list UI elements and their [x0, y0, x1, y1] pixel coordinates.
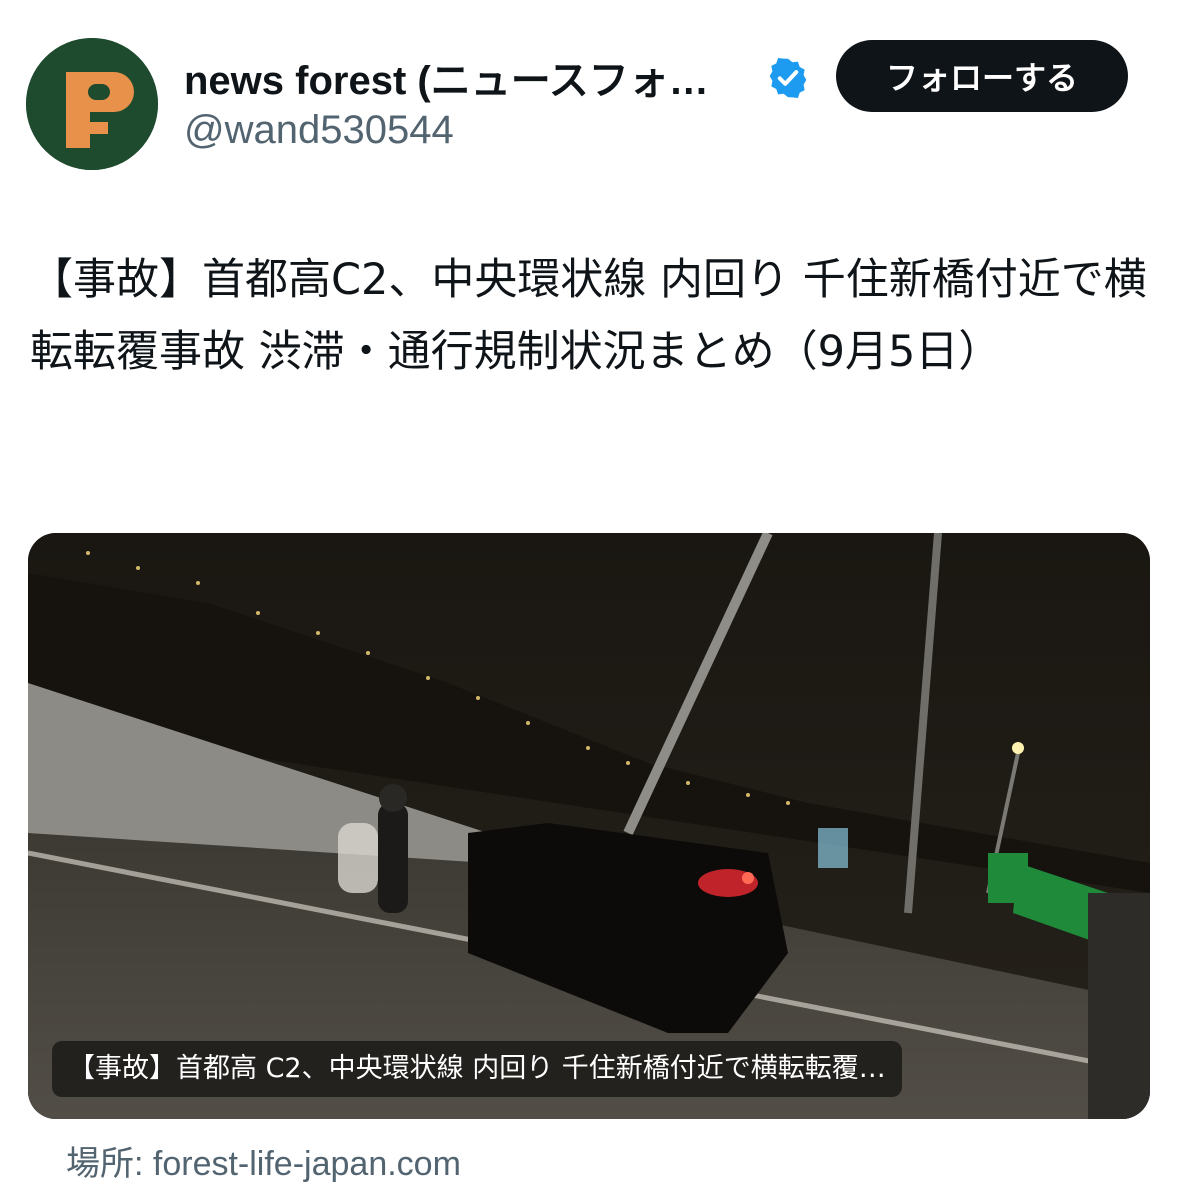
- user-handle[interactable]: @wand530544: [184, 108, 454, 153]
- display-name[interactable]: news forest (ニュースフォ…: [184, 48, 709, 106]
- accident-photo: [28, 533, 1150, 1119]
- verified-badge-icon: [769, 58, 807, 98]
- link-card[interactable]: 【事故】首都高 C2、中央環状線 内回り 千住新橋付近で横転転覆…: [28, 533, 1150, 1119]
- link-card-title: 【事故】首都高 C2、中央環状線 内回り 千住新橋付近で横転転覆…: [52, 1041, 902, 1097]
- avatar[interactable]: [26, 38, 158, 170]
- tweet-text: 【事故】首都高C2、中央環状線 内回り 千住新橋付近で横転転覆事故 渋滞・通行規…: [30, 255, 1147, 377]
- news-forest-logo-icon: [26, 38, 158, 170]
- follow-button[interactable]: フォローする: [836, 40, 1128, 112]
- link-source[interactable]: 場所: forest-life-japan.com: [66, 1136, 461, 1185]
